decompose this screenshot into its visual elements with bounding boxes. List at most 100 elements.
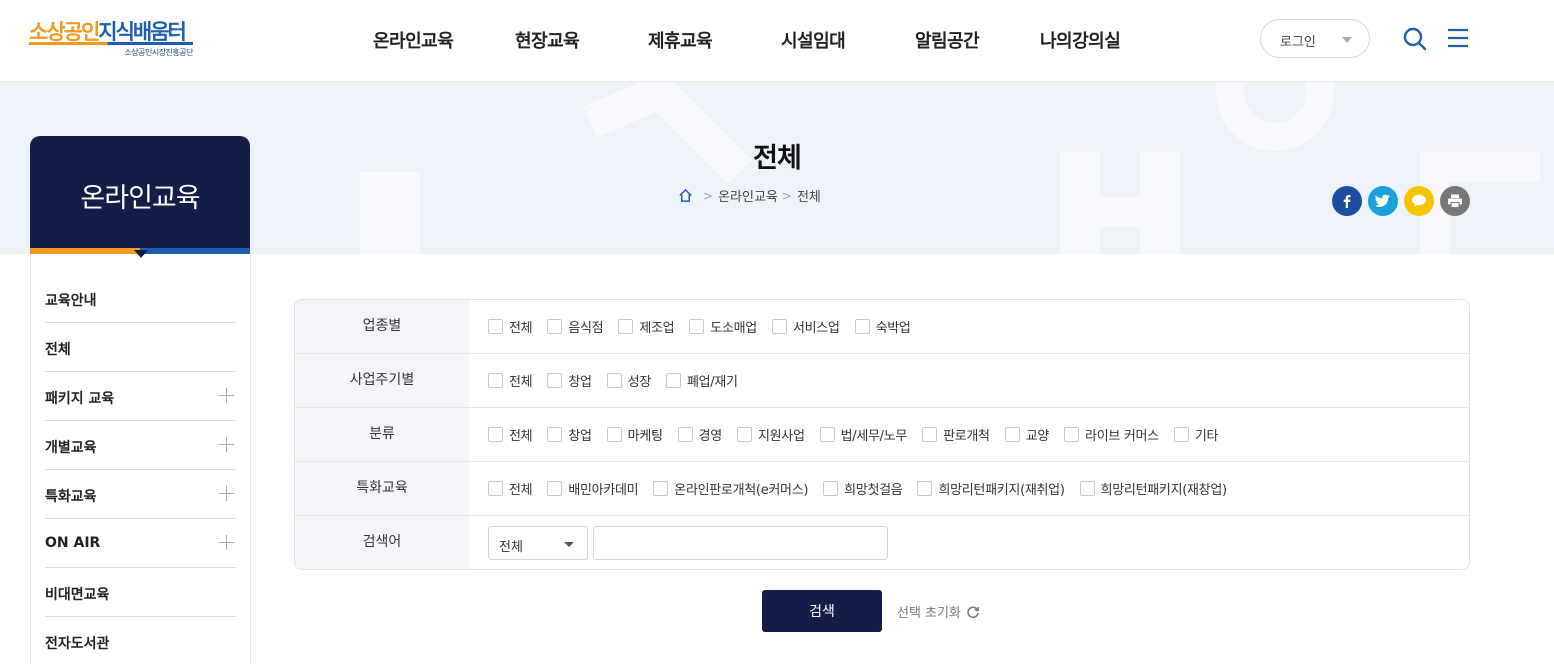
- filter-option-industry[interactable]: 음식점: [547, 317, 604, 336]
- sidebar-item-all[interactable]: 전체: [45, 323, 236, 372]
- filter-option-category[interactable]: 교양: [1004, 425, 1049, 444]
- keyword-input[interactable]: [593, 526, 888, 560]
- filter-option-special[interactable]: 전체: [488, 479, 533, 498]
- filter-option-industry[interactable]: 제조업: [618, 317, 675, 336]
- nav-item-partner-education[interactable]: 제휴교육: [648, 27, 713, 53]
- checkbox[interactable]: [1064, 427, 1080, 442]
- chevron-down-icon: [1342, 37, 1352, 43]
- checkbox[interactable]: [823, 481, 839, 496]
- checkbox[interactable]: [665, 373, 681, 388]
- plus-icon[interactable]: [219, 486, 234, 501]
- breadcrumb-separator: >: [703, 188, 714, 203]
- sidebar-item-label: 패키지 교육: [45, 391, 115, 407]
- reset-selection-button[interactable]: 선택 초기화: [897, 602, 980, 621]
- nav-item-online-education[interactable]: 온라인교육: [373, 27, 454, 53]
- checkbox[interactable]: [653, 481, 669, 496]
- filter-option-category[interactable]: 라이브 커머스: [1064, 425, 1159, 444]
- checkbox[interactable]: [547, 373, 563, 388]
- breadcrumb-item[interactable]: 온라인교육: [718, 186, 778, 205]
- filter-option-special[interactable]: 희망첫걸음: [823, 479, 903, 498]
- checkbox[interactable]: [677, 427, 693, 442]
- search-icon[interactable]: [1402, 26, 1428, 52]
- filter-row-category: 분류 전체 창업 마케팅 경영 지원사업 법/세무/노무 판로개척 교양 라이브 커머스 기타: [295, 408, 1469, 462]
- plus-icon[interactable]: [219, 535, 234, 550]
- sidebar-item-label: ON AIR: [45, 535, 101, 551]
- checkbox[interactable]: [1079, 481, 1095, 496]
- filter-options: 전체 배민아카데미 온라인판로개척(e커머스) 희망첫걸음 희망리턴패키지(재취업) 희망…: [488, 462, 1242, 515]
- checkbox[interactable]: [606, 427, 622, 442]
- site-logo[interactable]: 소상공인지식배움터 소상공인시장진흥공단: [29, 16, 199, 62]
- plus-icon[interactable]: [219, 388, 234, 403]
- home-icon[interactable]: [678, 188, 693, 203]
- sidebar-item-special-education[interactable]: 특화교육: [45, 470, 236, 519]
- kakaotalk-icon[interactable]: [1404, 186, 1434, 216]
- checkbox[interactable]: [547, 319, 563, 334]
- filter-option-special[interactable]: 희망리턴패키지(재취업): [917, 479, 1065, 498]
- filter-option-industry[interactable]: 전체: [488, 317, 533, 336]
- checkbox[interactable]: [854, 319, 870, 334]
- filter-option-category[interactable]: 법/세무/노무: [819, 425, 908, 444]
- filter-option-category[interactable]: 지원사업: [736, 425, 805, 444]
- filter-option-cycle[interactable]: 폐업/재기: [665, 371, 738, 390]
- nav-item-facility-rental[interactable]: 시설임대: [781, 27, 846, 53]
- checkbox[interactable]: [1173, 427, 1189, 442]
- filter-option-category[interactable]: 기타: [1173, 425, 1218, 444]
- checkbox[interactable]: [488, 481, 503, 496]
- checkbox[interactable]: [917, 481, 933, 496]
- checkbox[interactable]: [1004, 427, 1020, 442]
- checkbox[interactable]: [488, 427, 503, 442]
- sidebar-item-e-library[interactable]: 전자도서관: [45, 617, 236, 664]
- filter-option-industry[interactable]: 숙박업: [854, 317, 911, 336]
- checkbox-label: 성장: [627, 375, 652, 390]
- checkbox[interactable]: [922, 427, 938, 442]
- filter-option-industry[interactable]: 도소매업: [689, 317, 757, 336]
- filter-row-business-cycle: 사업주기별 전체 창업 성장 폐업/재기: [295, 354, 1469, 408]
- search-scope-select[interactable]: 전체: [488, 526, 588, 560]
- checkbox-label: 음식점: [568, 321, 604, 336]
- search-button[interactable]: 검색: [762, 590, 882, 632]
- sidebar-item-on-air[interactable]: ON AIR: [45, 519, 236, 568]
- nav-item-my-classroom[interactable]: 나의강의실: [1040, 27, 1121, 53]
- print-icon[interactable]: [1440, 186, 1470, 216]
- nav-item-notice[interactable]: 알림공간: [915, 27, 980, 53]
- hamburger-menu-icon[interactable]: [1446, 26, 1470, 50]
- checkbox-label: 서비스업: [792, 321, 840, 336]
- filter-option-special[interactable]: 희망리턴패키지(재창업): [1079, 479, 1227, 498]
- checkbox-label: 숙박업: [875, 321, 911, 336]
- checkbox[interactable]: [736, 427, 752, 442]
- checkbox[interactable]: [689, 319, 705, 334]
- filter-options: 전체 음식점 제조업 도소매업 서비스업 숙박업: [488, 300, 926, 353]
- filter-option-industry[interactable]: 서비스업: [771, 317, 840, 336]
- checkbox[interactable]: [488, 373, 503, 388]
- sidebar-item-non-face-to-face[interactable]: 비대면교육: [45, 568, 236, 617]
- checkbox[interactable]: [819, 427, 835, 442]
- filter-option-category[interactable]: 경영: [677, 425, 722, 444]
- filter-option-category[interactable]: 전체: [488, 425, 533, 444]
- filter-option-category[interactable]: 판로개척: [922, 425, 990, 444]
- checkbox[interactable]: [771, 319, 787, 334]
- checkbox[interactable]: [488, 319, 503, 334]
- checkbox[interactable]: [618, 319, 634, 334]
- sidebar-item-individual-education[interactable]: 개별교육: [45, 421, 236, 470]
- filter-option-category[interactable]: 창업: [547, 425, 592, 444]
- search-scope-value: 전체: [499, 540, 523, 555]
- checkbox-label: 법/세무/노무: [840, 429, 908, 444]
- checkbox-label: 전체: [509, 429, 533, 444]
- checkbox[interactable]: [547, 427, 563, 442]
- facebook-icon[interactable]: [1332, 186, 1362, 216]
- sidebar-item-package-education[interactable]: 패키지 교육: [45, 372, 236, 421]
- plus-icon[interactable]: [219, 437, 234, 452]
- filter-option-special[interactable]: 온라인판로개척(e커머스): [653, 479, 808, 498]
- checkbox[interactable]: [606, 373, 622, 388]
- sidebar-item-education-guide[interactable]: 교육안내: [45, 274, 236, 323]
- filter-option-cycle[interactable]: 창업: [547, 371, 592, 390]
- filter-option-category[interactable]: 마케팅: [606, 425, 663, 444]
- filter-option-cycle[interactable]: 전체: [488, 371, 533, 390]
- checkbox[interactable]: [547, 481, 563, 496]
- login-dropdown[interactable]: 로그인: [1260, 19, 1370, 58]
- refresh-icon: [967, 606, 980, 618]
- filter-option-cycle[interactable]: 성장: [606, 371, 652, 390]
- twitter-icon[interactable]: [1368, 186, 1398, 216]
- filter-option-special[interactable]: 배민아카데미: [547, 479, 639, 498]
- nav-item-onsite-education[interactable]: 현장교육: [515, 27, 580, 53]
